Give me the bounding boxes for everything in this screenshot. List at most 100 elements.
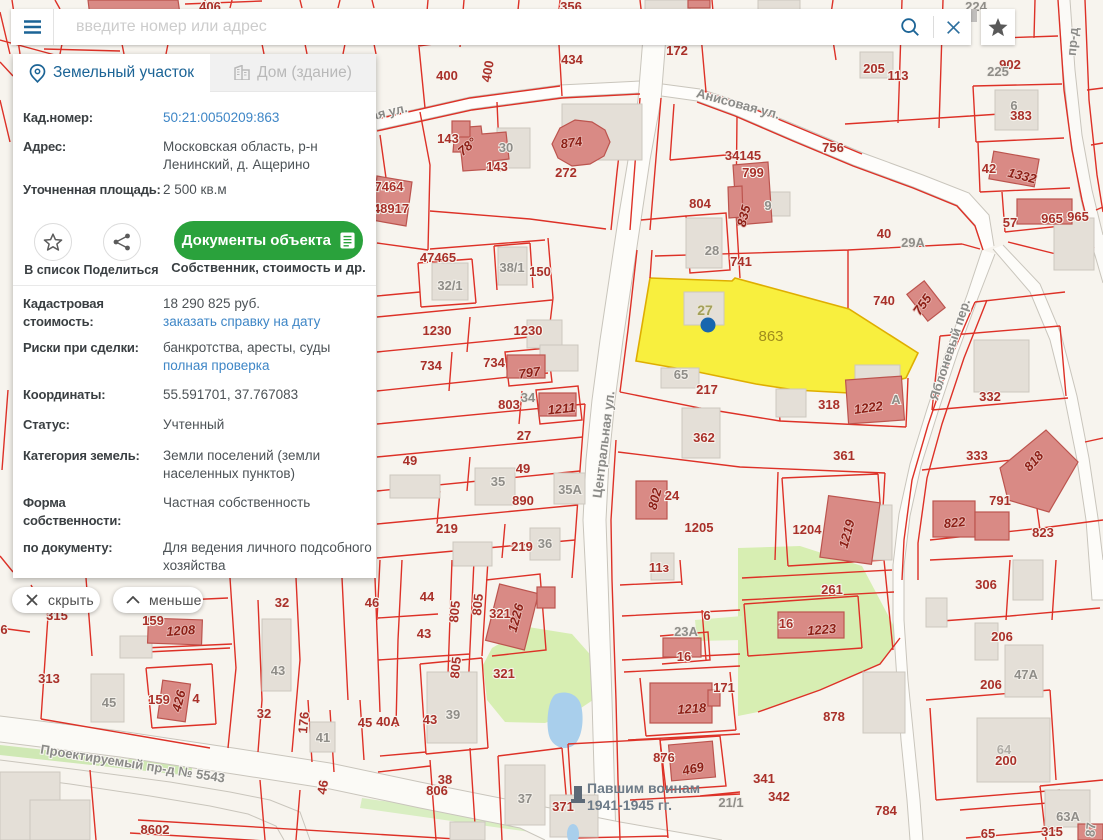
svg-text:159: 159	[142, 613, 164, 628]
svg-text:6: 6	[0, 622, 7, 637]
svg-text:65: 65	[674, 367, 688, 382]
svg-text:371: 371	[552, 799, 574, 814]
svg-text:46: 46	[314, 779, 331, 796]
svg-text:113: 113	[888, 68, 909, 83]
svg-text:пр-д: пр-д	[1064, 26, 1081, 56]
svg-text:27: 27	[517, 428, 531, 443]
svg-text:34: 34	[521, 390, 536, 405]
svg-text:313: 313	[38, 671, 60, 686]
svg-text:1230: 1230	[423, 323, 452, 338]
svg-text:32: 32	[257, 706, 271, 721]
svg-text:822: 822	[943, 514, 967, 531]
svg-text:А: А	[891, 392, 901, 407]
svg-text:205: 205	[863, 61, 885, 76]
svg-text:65: 65	[981, 826, 995, 840]
svg-text:318: 318	[818, 397, 840, 412]
svg-text:40A: 40A	[376, 714, 400, 729]
svg-text:383: 383	[1010, 108, 1032, 123]
svg-text:35A: 35A	[558, 482, 582, 497]
svg-text:11з: 11з	[649, 560, 670, 575]
svg-text:741: 741	[730, 254, 752, 269]
svg-text:87: 87	[1082, 822, 1098, 838]
svg-text:206: 206	[980, 677, 1002, 692]
svg-text:43: 43	[417, 626, 431, 641]
svg-text:1211: 1211	[547, 400, 576, 418]
svg-text:876: 876	[653, 750, 675, 765]
svg-text:29A: 29A	[901, 235, 925, 250]
svg-text:804: 804	[689, 196, 711, 211]
svg-text:805: 805	[469, 593, 486, 616]
svg-text:1204: 1204	[793, 522, 823, 537]
svg-text:49: 49	[403, 453, 417, 468]
svg-text:46: 46	[365, 595, 379, 610]
svg-text:41: 41	[316, 730, 330, 745]
svg-text:47465: 47465	[420, 250, 456, 265]
svg-text:37: 37	[518, 791, 532, 806]
svg-text:315: 315	[1041, 824, 1063, 839]
svg-text:341: 341	[753, 771, 775, 786]
svg-text:823: 823	[1032, 525, 1054, 540]
svg-text:361: 361	[833, 448, 855, 463]
svg-text:434: 434	[561, 52, 583, 67]
svg-text:217: 217	[696, 382, 718, 397]
svg-text:176: 176	[295, 711, 312, 734]
svg-text:49: 49	[516, 461, 530, 476]
svg-text:333: 333	[966, 448, 988, 463]
svg-text:272: 272	[555, 165, 577, 180]
svg-text:16: 16	[779, 616, 793, 631]
svg-text:225: 225	[987, 64, 1009, 79]
svg-text:36: 36	[538, 536, 552, 551]
svg-text:39: 39	[446, 707, 460, 722]
svg-text:874: 874	[560, 134, 584, 152]
svg-text:9: 9	[764, 198, 771, 213]
svg-text:799: 799	[742, 165, 764, 180]
svg-text:28: 28	[705, 243, 719, 258]
svg-text:6: 6	[703, 608, 710, 623]
svg-text:740: 740	[873, 293, 895, 308]
svg-text:206: 206	[991, 629, 1013, 644]
svg-text:756: 756	[822, 140, 844, 155]
svg-text:16: 16	[677, 649, 691, 664]
svg-text:806: 806	[426, 783, 448, 798]
svg-text:63A: 63A	[1056, 809, 1080, 824]
svg-text:32: 32	[275, 595, 289, 610]
svg-text:791: 791	[989, 493, 1011, 508]
svg-text:40: 40	[877, 226, 891, 241]
svg-text:43: 43	[423, 712, 437, 727]
svg-text:35: 35	[491, 474, 505, 489]
svg-text:797: 797	[518, 364, 542, 382]
svg-text:362: 362	[693, 430, 715, 445]
svg-text:171: 171	[713, 680, 735, 695]
svg-text:159: 159	[148, 692, 170, 707]
svg-text:321: 321	[493, 666, 515, 681]
svg-text:150: 150	[529, 264, 551, 279]
svg-text:44: 44	[420, 589, 435, 604]
svg-text:143: 143	[437, 131, 459, 146]
svg-text:400: 400	[436, 68, 458, 83]
svg-text:1223: 1223	[807, 621, 838, 639]
svg-text:143: 143	[486, 159, 508, 174]
svg-text:32/1: 32/1	[437, 278, 462, 293]
svg-text:27: 27	[697, 302, 713, 318]
svg-text:805: 805	[446, 600, 463, 623]
svg-text:1208: 1208	[166, 622, 197, 639]
svg-text:43: 43	[271, 663, 285, 678]
svg-text:803: 803	[498, 397, 520, 412]
svg-text:47A: 47A	[1014, 667, 1038, 682]
svg-text:784: 784	[875, 803, 897, 818]
svg-text:Павшим воинам: Павшим воинам	[587, 780, 700, 796]
svg-text:863: 863	[758, 328, 783, 345]
svg-text:1218: 1218	[677, 700, 708, 717]
svg-text:42: 42	[982, 161, 996, 176]
svg-text:878: 878	[823, 709, 845, 724]
svg-text:965: 965	[1067, 209, 1089, 224]
svg-text:1941-1945 гг.: 1941-1945 гг.	[587, 797, 672, 813]
svg-text:219: 219	[511, 539, 533, 554]
svg-text:332: 332	[979, 389, 1001, 404]
svg-text:45: 45	[358, 715, 372, 730]
svg-text:734: 734	[420, 358, 442, 373]
svg-text:8602: 8602	[141, 822, 170, 837]
svg-text:734: 734	[483, 355, 505, 370]
svg-text:965: 965	[1041, 211, 1063, 226]
svg-text:7464: 7464	[375, 179, 405, 194]
